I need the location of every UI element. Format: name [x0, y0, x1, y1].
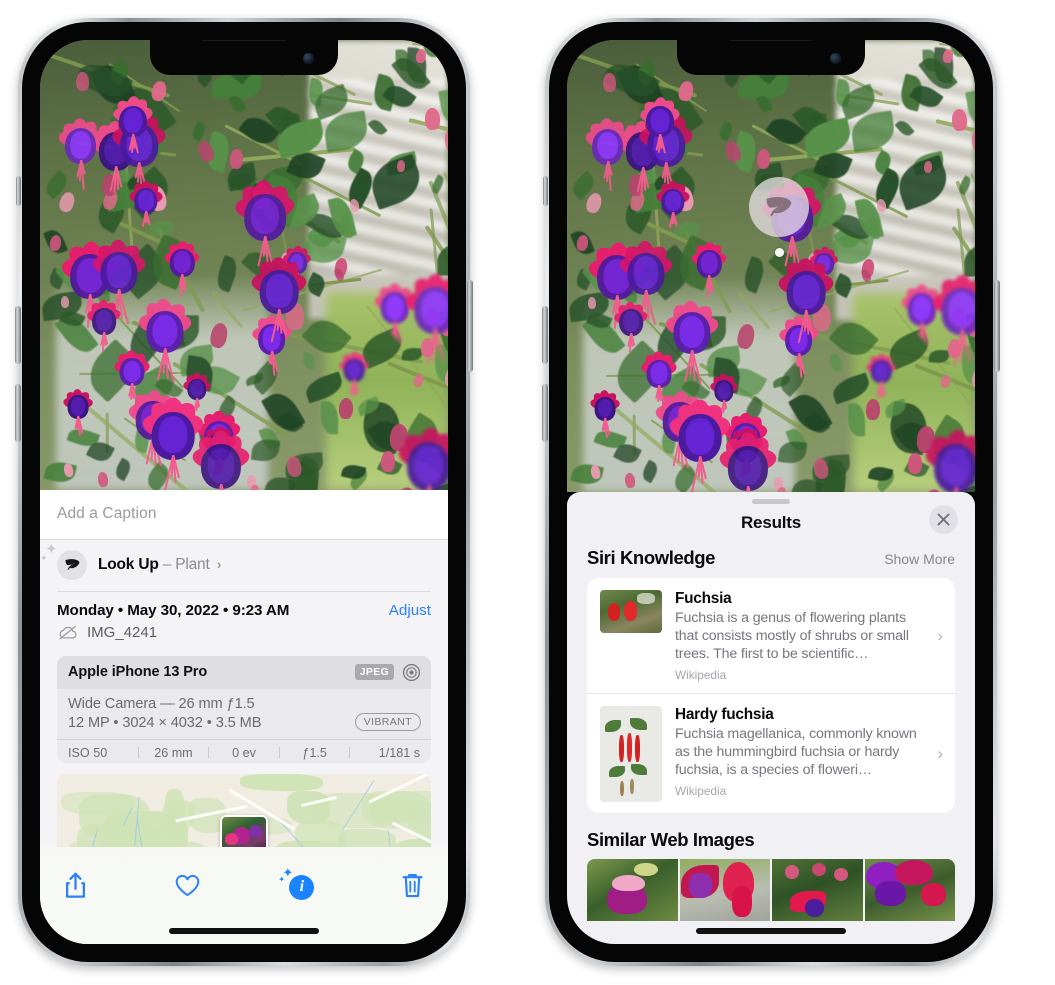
volume-down-button[interactable]: [15, 306, 21, 364]
info-sparkle-icon[interactable]: ✦ ✦ i: [278, 866, 315, 900]
front-camera: [830, 53, 841, 64]
share-icon[interactable]: [62, 871, 89, 900]
visual-lookup-leaf-icon[interactable]: [749, 177, 809, 237]
knowledge-source: Wikipedia: [675, 784, 727, 799]
power-button[interactable]: [994, 280, 1000, 372]
caption-row[interactable]: Add a Caption: [40, 490, 448, 540]
cloud-slash-icon: [59, 625, 77, 639]
exif-card[interactable]: Apple iPhone 13 Pro JPEG Wide Camera — 2…: [57, 655, 431, 763]
leaf-icon: ✦ ✦: [40, 542, 87, 580]
similar-web-images-header: Similar Web Images: [567, 813, 975, 859]
aperture-icon: [402, 663, 421, 681]
knowledge-thumbnail: [600, 706, 662, 803]
sparkle-icon-small: ✦: [40, 553, 48, 563]
close-glyph: [937, 513, 950, 526]
stat-aperture: ƒ1.5: [302, 745, 327, 760]
leaf-glyph: [766, 196, 792, 216]
capture-date: Monday • May 30, 2022 • 9:23 AM: [57, 601, 290, 619]
stat-ev: 0 ev: [232, 745, 256, 760]
knowledge-title: Fuchsia: [675, 590, 732, 607]
chevron-right-icon[interactable]: ›: [217, 556, 222, 572]
format-chip: JPEG: [354, 664, 394, 681]
device-name: Apple iPhone 13 Pro: [68, 664, 208, 681]
stat-shutter: 1/181 s: [378, 745, 421, 760]
section-title-siri-knowledge: Siri Knowledge: [587, 547, 716, 568]
trash-icon[interactable]: [399, 871, 426, 900]
siri-knowledge-card: Fuchsia Fuchsia is a genus of flowering …: [587, 578, 955, 814]
home-indicator[interactable]: [696, 928, 846, 934]
knowledge-title: Hardy fuchsia: [675, 706, 774, 724]
stat-focal: 26 mm: [154, 745, 193, 760]
knowledge-description: Fuchsia is a genus of flowering plants t…: [675, 610, 909, 663]
leaf-glyph: [65, 559, 79, 570]
earpiece-speaker: [728, 40, 814, 41]
close-icon[interactable]: [929, 505, 958, 534]
silent-switch[interactable]: [543, 176, 548, 206]
exif-stats-row: ISO 50 26 mm 0 ev ƒ1.5 1/181 s: [57, 738, 431, 763]
photo-viewer[interactable]: [567, 40, 975, 492]
knowledge-row[interactable]: Hardy fuchsia Fuchsia magellanica, commo…: [587, 693, 955, 813]
photo-viewer[interactable]: [40, 40, 448, 490]
front-camera: [303, 53, 314, 64]
web-image-thumbnail[interactable]: [679, 859, 770, 922]
file-name: IMG_4241: [87, 623, 158, 641]
volume-up-button[interactable]: [15, 384, 21, 442]
adjust-button[interactable]: Adjust: [389, 602, 431, 619]
phone-right: Results Siri Knowledge Show More Fuchsia…: [542, 18, 1000, 966]
notch: [150, 40, 338, 75]
results-header: Results: [567, 504, 975, 547]
screenshot-stage: Add a Caption ✦ ✦ Look Up – Plant › Mond…: [0, 0, 1055, 985]
heart-icon[interactable]: [174, 871, 201, 900]
volume-down-button[interactable]: [542, 306, 548, 364]
phone-screen-left: Add a Caption ✦ ✦ Look Up – Plant › Mond…: [40, 40, 448, 944]
knowledge-description: Fuchsia magellanica, commonly known as t…: [675, 726, 917, 779]
caption-input[interactable]: Add a Caption: [57, 505, 431, 523]
siri-knowledge-header: Siri Knowledge Show More: [567, 547, 975, 578]
power-button[interactable]: [467, 280, 473, 372]
knowledge-thumbnail: [600, 590, 662, 633]
notch: [677, 40, 865, 75]
similar-web-images-strip[interactable]: [567, 859, 975, 922]
results-title: Results: [740, 513, 801, 532]
web-image-thumbnail[interactable]: [772, 859, 863, 922]
map-photo-pin[interactable]: [220, 815, 268, 848]
look-up-text: Look Up: [98, 556, 159, 573]
photo-toolbar: ✦ ✦ i: [40, 847, 448, 912]
web-image-thumbnail[interactable]: [587, 859, 678, 922]
look-up-row[interactable]: ✦ ✦ Look Up – Plant ›: [40, 540, 448, 591]
phone-left: Add a Caption ✦ ✦ Look Up – Plant › Mond…: [15, 18, 473, 966]
look-up-label: Look Up – Plant ›: [98, 556, 221, 574]
silent-switch[interactable]: [16, 176, 21, 206]
chevron-right-icon[interactable]: ›: [937, 744, 943, 764]
knowledge-row[interactable]: Fuchsia Fuchsia is a genus of flowering …: [587, 578, 955, 693]
visual-lookup-anchor-dot: [775, 248, 784, 257]
web-image-thumbnail[interactable]: [864, 859, 955, 922]
lens-info: Wide Camera — 26 mm ƒ1.5: [68, 695, 255, 712]
results-sheet: Results Siri Knowledge Show More Fuchsia…: [567, 492, 975, 944]
look-up-subject: Plant: [175, 556, 210, 573]
earpiece-speaker: [201, 40, 287, 41]
phone-screen-right: Results Siri Knowledge Show More Fuchsia…: [567, 40, 975, 944]
photo-info-sheet: Add a Caption ✦ ✦ Look Up – Plant › Mond…: [40, 490, 448, 944]
look-up-dash: –: [162, 556, 172, 573]
info-button[interactable]: i: [289, 874, 315, 900]
chevron-right-icon[interactable]: ›: [937, 626, 943, 646]
photographic-style-chip: VIBRANT: [354, 712, 421, 731]
sparkle-icon-small: ✦: [278, 874, 286, 884]
metadata-block: Monday • May 30, 2022 • 9:23 AM Adjust I…: [40, 592, 448, 647]
show-more-button[interactable]: Show More: [884, 551, 955, 567]
exif-body: Wide Camera — 26 mm ƒ1.5 12 MP • 3024 × …: [57, 689, 431, 739]
location-map[interactable]: [57, 773, 431, 848]
home-indicator[interactable]: [169, 928, 319, 934]
knowledge-source: Wikipedia: [675, 668, 727, 683]
volume-up-button[interactable]: [542, 384, 548, 442]
stat-iso: ISO 50: [68, 745, 108, 760]
section-title-similar-web-images: Similar Web Images: [587, 829, 755, 851]
exif-header: Apple iPhone 13 Pro JPEG: [57, 655, 431, 689]
